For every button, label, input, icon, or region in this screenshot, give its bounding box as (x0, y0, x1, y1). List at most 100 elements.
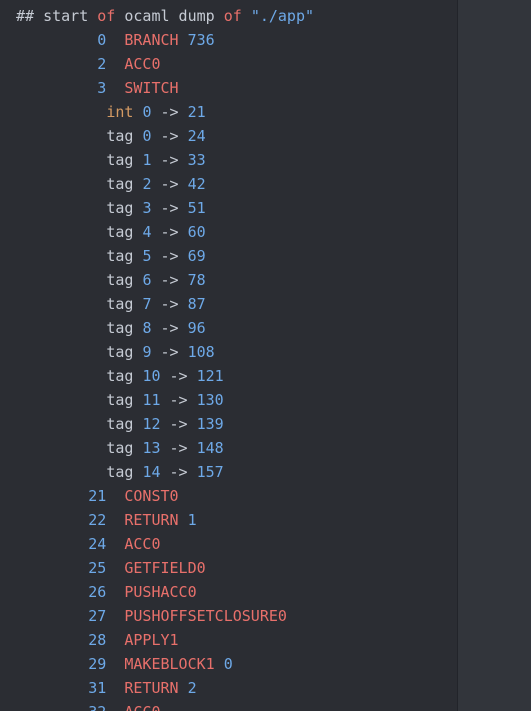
instruction-gap (106, 31, 124, 49)
instruction-opcode: MAKEBLOCK1 (124, 655, 215, 673)
case-indent (16, 175, 106, 193)
case-type-label: tag (106, 247, 134, 265)
instruction-line[interactable]: 2 ACC0 (0, 52, 457, 76)
case-type-label: tag (106, 463, 134, 481)
instruction-gap (106, 607, 124, 625)
instruction-line[interactable]: 0 BRANCH 736 (0, 28, 457, 52)
instruction-line[interactable]: 31 RETURN 2 (0, 676, 457, 700)
instruction-line[interactable]: 25 GETFIELD0 (0, 556, 457, 580)
instruction-opcode: RETURN (124, 679, 179, 697)
case-arrow: -> (160, 151, 179, 169)
header-of-keyword-1: of (97, 7, 116, 25)
switch-case-line[interactable]: tag 8 -> 96 (0, 316, 457, 340)
instruction-line[interactable]: 3 SWITCH (0, 76, 457, 100)
switch-case-line[interactable]: tag 0 -> 24 (0, 124, 457, 148)
switch-case-line[interactable]: tag 12 -> 139 (0, 412, 457, 436)
case-target-address: 157 (196, 463, 224, 481)
switch-case-line[interactable]: tag 11 -> 130 (0, 388, 457, 412)
instruction-operand: 1 (187, 511, 197, 529)
instruction-line[interactable]: 27 PUSHOFFSETCLOSURE0 (0, 604, 457, 628)
case-gap-3 (179, 175, 188, 193)
case-arrow: -> (169, 367, 188, 385)
instruction-address: 29 (16, 655, 107, 673)
instruction-opcode: GETFIELD0 (124, 559, 206, 577)
case-gap-2 (151, 295, 160, 313)
case-target-address: 148 (196, 439, 224, 457)
code-pane[interactable]: ## start of ocaml dump of "./app" 0 BRAN… (0, 0, 457, 711)
instruction-opcode: SWITCH (124, 79, 179, 97)
case-gap-3 (179, 247, 188, 265)
instruction-arg-gap (215, 655, 224, 673)
case-indent (16, 391, 106, 409)
instruction-line[interactable]: 26 PUSHACC0 (0, 580, 457, 604)
case-arrow: -> (160, 271, 179, 289)
case-target-address: 87 (187, 295, 206, 313)
switch-case-line[interactable]: tag 2 -> 42 (0, 172, 457, 196)
case-target-address: 69 (187, 247, 206, 265)
case-gap-3 (188, 391, 197, 409)
switch-case-line[interactable]: tag 4 -> 60 (0, 220, 457, 244)
case-indent (16, 295, 106, 313)
instruction-opcode: ACC0 (124, 55, 161, 73)
case-indent (16, 199, 106, 217)
switch-case-line[interactable]: tag 5 -> 69 (0, 244, 457, 268)
switch-case-line[interactable]: tag 10 -> 121 (0, 364, 457, 388)
instruction-address: 22 (16, 511, 107, 529)
case-gap-2 (151, 151, 160, 169)
case-gap-3 (179, 199, 188, 217)
switch-case-line[interactable]: tag 6 -> 78 (0, 268, 457, 292)
case-arrow: -> (160, 247, 179, 265)
instruction-address: 24 (16, 535, 107, 553)
case-indent (16, 319, 106, 337)
case-type-label: tag (106, 319, 134, 337)
instruction-line[interactable]: 29 MAKEBLOCK1 0 (0, 652, 457, 676)
instruction-line[interactable]: 22 RETURN 1 (0, 508, 457, 532)
instruction-address: 21 (16, 487, 107, 505)
case-gap-2 (151, 247, 160, 265)
instruction-opcode: CONST0 (124, 487, 179, 505)
case-indent (16, 367, 106, 385)
instruction-address: 27 (16, 607, 107, 625)
case-gap-3 (188, 463, 197, 481)
case-indent (16, 343, 106, 361)
instruction-operand: 0 (223, 655, 233, 673)
case-indent (16, 103, 106, 121)
instruction-gap (106, 535, 124, 553)
switch-case-line[interactable]: tag 3 -> 51 (0, 196, 457, 220)
switch-case-line[interactable]: tag 14 -> 157 (0, 460, 457, 484)
instruction-line[interactable]: 32 ACC0 (0, 700, 457, 711)
case-gap-3 (179, 103, 188, 121)
switch-case-line[interactable]: tag 9 -> 108 (0, 340, 457, 364)
instruction-gap (106, 703, 124, 711)
instruction-opcode: ACC0 (124, 535, 161, 553)
case-indent (16, 439, 106, 457)
dump-header-line[interactable]: ## start of ocaml dump of "./app" (0, 4, 457, 28)
case-key-value: 13 (142, 439, 161, 457)
instruction-opcode: PUSHACC0 (124, 583, 197, 601)
case-indent (16, 247, 106, 265)
case-indent (16, 415, 106, 433)
instruction-line[interactable]: 28 APPLY1 (0, 628, 457, 652)
case-gap-2 (161, 463, 170, 481)
case-target-address: 24 (187, 127, 206, 145)
case-gap-2 (161, 415, 170, 433)
instruction-address: 2 (16, 55, 107, 73)
switch-case-line[interactable]: int 0 -> 21 (0, 100, 457, 124)
case-gap-2 (161, 439, 170, 457)
case-arrow: -> (169, 391, 188, 409)
instruction-line[interactable]: 24 ACC0 (0, 532, 457, 556)
instruction-line[interactable]: 21 CONST0 (0, 484, 457, 508)
header-path-string: "./app" (250, 7, 315, 25)
case-target-address: 21 (187, 103, 206, 121)
case-gap-2 (151, 199, 160, 217)
instruction-operand: 2 (187, 679, 197, 697)
case-target-address: 108 (187, 343, 215, 361)
case-type-label: tag (106, 343, 134, 361)
case-key-value: 10 (142, 367, 161, 385)
switch-case-line[interactable]: tag 13 -> 148 (0, 436, 457, 460)
case-arrow: -> (160, 199, 179, 217)
case-type-label: tag (106, 199, 134, 217)
switch-case-line[interactable]: tag 7 -> 87 (0, 292, 457, 316)
switch-case-line[interactable]: tag 1 -> 33 (0, 148, 457, 172)
case-type-label: tag (106, 271, 134, 289)
